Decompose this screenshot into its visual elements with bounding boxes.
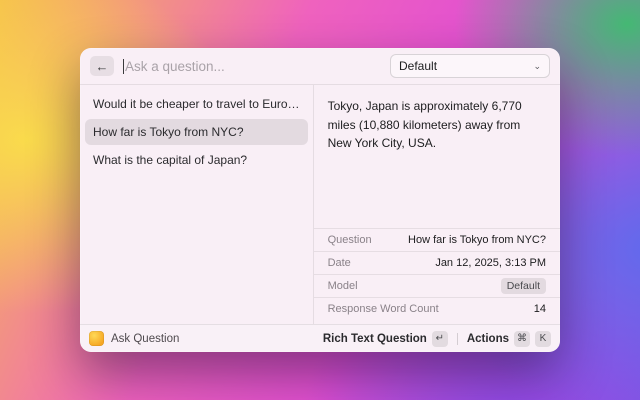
metadata-label: Model xyxy=(328,280,358,292)
metadata-value: 14 xyxy=(534,303,546,315)
question-input[interactable] xyxy=(125,59,390,74)
question-input-wrap xyxy=(123,59,390,74)
metadata-row-date: Date Jan 12, 2025, 3:13 PM xyxy=(314,251,560,274)
metadata-section: Question How far is Tokyo from NYC? Date… xyxy=(314,228,560,324)
list-item-travel-europe[interactable]: Would it be cheaper to travel to Euro… xyxy=(85,91,308,117)
list-item-tokyo-nyc[interactable]: How far is Tokyo from NYC? xyxy=(85,119,308,145)
ask-question-window: ← Default ⌄ Would it be cheaper to trave… xyxy=(80,48,560,352)
rich-text-question-label: Rich Text Question xyxy=(323,333,427,345)
back-arrow-icon: ← xyxy=(96,59,109,74)
extension-icon xyxy=(89,331,104,346)
metadata-label: Response Word Count xyxy=(328,303,439,315)
model-dropdown[interactable]: Default ⌄ xyxy=(390,54,550,78)
metadata-row-model: Model Default xyxy=(314,274,560,297)
metadata-value: Jan 12, 2025, 3:13 PM xyxy=(435,257,546,269)
list-item-label: Would it be cheaper to travel to Euro… xyxy=(93,97,300,111)
back-button[interactable]: ← xyxy=(90,56,114,76)
list-item-capital-japan[interactable]: What is the capital of Japan? xyxy=(85,147,308,173)
model-dropdown-value: Default xyxy=(399,59,437,73)
rich-text-question-button[interactable]: Rich Text Question ↵ xyxy=(323,331,448,347)
footer-app-label: Ask Question xyxy=(111,333,179,345)
answer-text: Tokyo, Japan is approximately 6,770 mile… xyxy=(314,85,560,228)
return-key-icon: ↵ xyxy=(432,331,448,347)
metadata-value: How far is Tokyo from NYC? xyxy=(408,234,546,246)
k-key-icon: K xyxy=(535,331,551,347)
footer-bar: Ask Question Rich Text Question ↵ Action… xyxy=(80,324,560,352)
detail-panel: Tokyo, Japan is approximately 6,770 mile… xyxy=(314,85,560,324)
metadata-row-word-count: Response Word Count 14 xyxy=(314,297,560,320)
metadata-label: Question xyxy=(328,234,372,246)
window-top-bar: ← Default ⌄ xyxy=(80,48,560,85)
chevron-down-icon: ⌄ xyxy=(533,61,541,72)
list-item-label: What is the capital of Japan? xyxy=(93,153,247,167)
footer-divider xyxy=(457,333,458,345)
desktop-wallpaper: ← Default ⌄ Would it be cheaper to trave… xyxy=(0,0,640,400)
text-caret xyxy=(123,59,124,74)
actions-label: Actions xyxy=(467,333,509,345)
list-item-label: How far is Tokyo from NYC? xyxy=(93,125,244,139)
metadata-label: Date xyxy=(328,257,351,269)
question-list: Would it be cheaper to travel to Euro… H… xyxy=(80,85,314,324)
actions-button[interactable]: Actions ⌘ K xyxy=(467,331,551,347)
main-content: Would it be cheaper to travel to Euro… H… xyxy=(80,85,560,324)
cmd-key-icon: ⌘ xyxy=(514,331,530,347)
metadata-row-question: Question How far is Tokyo from NYC? xyxy=(314,228,560,251)
model-badge: Default xyxy=(501,278,546,294)
